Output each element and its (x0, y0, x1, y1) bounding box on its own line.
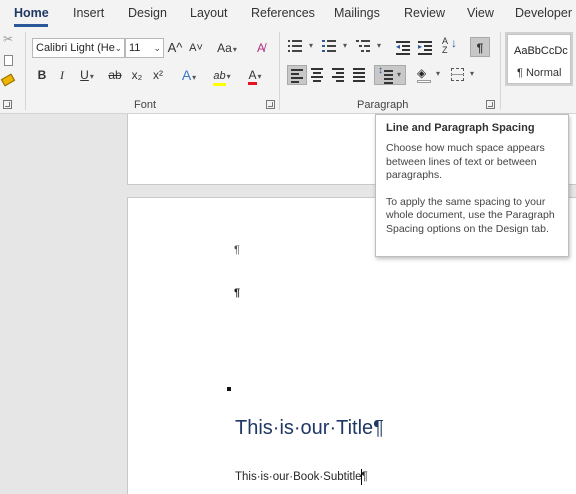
borders-button[interactable]: ▾ (450, 65, 480, 85)
tab-layout[interactable]: Layout (190, 6, 228, 20)
sort-icon: AZ (442, 36, 449, 55)
underline-button[interactable]: U▾ (74, 65, 100, 85)
paragraph-mark: ¶ (234, 287, 241, 299)
shading-button[interactable]: ◈ ▾ (416, 65, 446, 85)
subscript-button[interactable]: x₂ (128, 65, 146, 85)
bold-button[interactable]: B (34, 65, 50, 85)
chevron-down-icon: ⌄ (153, 43, 161, 53)
font-color-icon: A (248, 69, 257, 85)
paragraph-launcher-icon[interactable] (486, 100, 495, 109)
group-separator (279, 32, 280, 110)
line-spacing-button[interactable]: ↕ ▾ (374, 65, 406, 85)
tab-review[interactable]: Review (404, 6, 445, 20)
align-left-button[interactable] (287, 65, 307, 85)
chevron-down-icon: ▾ (377, 41, 382, 50)
chevron-down-icon: ▾ (436, 69, 441, 78)
tab-design[interactable]: Design (128, 6, 167, 20)
format-painter-icon[interactable] (0, 73, 16, 87)
sort-button[interactable]: AZ ↓ (442, 37, 460, 57)
align-right-button[interactable] (329, 65, 349, 85)
decrease-indent-button[interactable]: ◂ (396, 40, 412, 56)
font-name-value: Calibri Light (He (36, 42, 115, 54)
font-size-combo[interactable]: 11 ⌄ (125, 38, 164, 58)
font-group-label: Font (134, 99, 157, 111)
increase-indent-button[interactable]: ▸ (418, 40, 434, 56)
bullet-list-icon (288, 40, 302, 52)
bullets-button[interactable]: ▾ (288, 40, 318, 56)
chevron-down-icon: ▾ (343, 41, 348, 50)
multilevel-list-button[interactable]: ▾ (356, 40, 386, 56)
align-center-button[interactable] (308, 65, 328, 85)
style-normal-card[interactable]: AaBbCcDc ¶ Normal (505, 32, 573, 86)
font-launcher-icon[interactable] (266, 100, 275, 109)
strikethrough-button[interactable]: ab (105, 65, 125, 85)
show-formatting-marks-button[interactable]: ¶ (470, 37, 490, 57)
clipboard-launcher-icon[interactable] (3, 100, 12, 109)
chevron-down-icon: ▾ (470, 69, 475, 78)
line-spacing-tooltip: Line and Paragraph Spacing Choose how mu… (375, 114, 569, 257)
tab-developer[interactable]: Developer (515, 6, 572, 20)
clear-formatting-icon: A̸ (256, 41, 265, 55)
style-sample-text: AaBbCcDc (514, 45, 568, 57)
change-case-button[interactable]: Aa▾ (212, 38, 242, 58)
chevron-down-icon: ▾ (89, 72, 94, 81)
chevron-down-icon: ▾ (397, 70, 402, 79)
change-case-label: Aa (217, 41, 232, 55)
font-name-combo[interactable]: Calibri Light (He ⌄ (32, 38, 125, 58)
tooltip-paragraph: To apply the same spacing to your whole … (386, 195, 555, 235)
chevron-down-icon: ▾ (226, 72, 231, 81)
italic-button[interactable]: I (54, 65, 70, 85)
justify-button[interactable] (350, 65, 370, 85)
paragraph-group-label: Paragraph (357, 99, 409, 111)
paragraph-mark: ¶ (234, 244, 240, 256)
highlighter-icon: ab (213, 70, 226, 86)
tab-references[interactable]: References (251, 6, 315, 20)
numbering-button[interactable]: ▾ (322, 40, 352, 56)
superscript-button[interactable]: x² (149, 65, 167, 85)
keep-with-next-marker (227, 387, 231, 391)
paint-bucket-icon: ◈ (417, 66, 427, 80)
group-separator (500, 32, 501, 110)
multilevel-list-icon (356, 40, 370, 52)
text-effects-button[interactable]: A▾ (175, 65, 203, 85)
shrink-font-button[interactable]: A˅ (187, 38, 205, 58)
document-subtitle[interactable]: This·is·our·Book·Subtitle¶ (235, 471, 368, 483)
copy-icon[interactable] (4, 55, 13, 66)
tooltip-paragraph: Choose how much space appears between li… (386, 142, 545, 181)
tooltip-body: Choose how much space appears between li… (386, 142, 558, 236)
ribbon: ✂ Calibri Light (He ⌄ 11 ⌄ A^ A˅ Aa▾ A̸ … (0, 28, 576, 114)
chevron-down-icon: ▾ (192, 73, 197, 82)
group-separator (25, 32, 26, 110)
document-title[interactable]: This·is·our·Title¶ (235, 417, 384, 440)
chevron-down-icon: ▾ (257, 72, 262, 81)
highlight-button[interactable]: ab▾ (207, 65, 237, 86)
tab-view[interactable]: View (467, 6, 494, 20)
underline-label: U (80, 68, 89, 82)
numbered-list-icon (322, 40, 336, 52)
chevron-down-icon: ▾ (309, 41, 314, 50)
tab-insert[interactable]: Insert (73, 6, 104, 20)
active-tab-indicator (14, 24, 48, 27)
font-color-button[interactable]: A▾ (240, 65, 270, 85)
ribbon-tabs: Home Insert Design Layout References Mai… (0, 0, 576, 28)
tab-mailings[interactable]: Mailings (334, 6, 380, 20)
font-size-value: 11 (129, 42, 141, 54)
grow-font-button[interactable]: A^ (166, 38, 184, 58)
style-name-label: ¶ Normal (517, 67, 562, 79)
chevron-down-icon: ⌄ (114, 43, 122, 53)
text-effects-label: A (181, 67, 192, 83)
text-cursor (361, 469, 362, 485)
chevron-down-icon: ▾ (232, 45, 237, 54)
tab-home[interactable]: Home (14, 6, 49, 20)
tooltip-title: Line and Paragraph Spacing (386, 122, 535, 134)
cut-icon[interactable]: ✂ (3, 32, 13, 46)
clear-formatting-button[interactable]: A̸ (252, 38, 270, 58)
